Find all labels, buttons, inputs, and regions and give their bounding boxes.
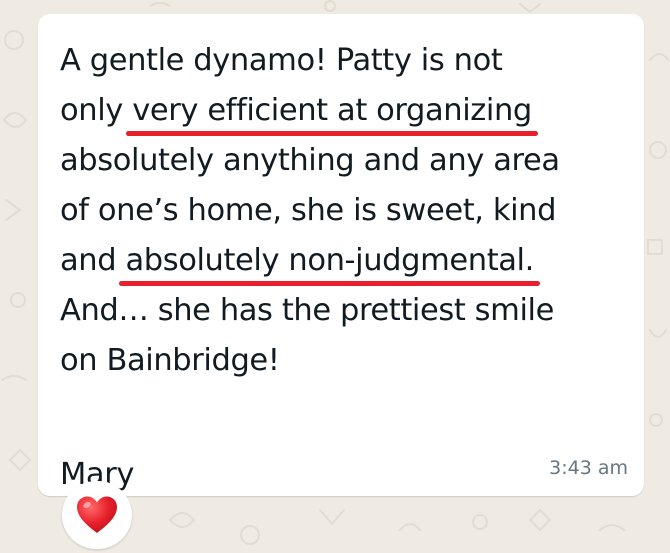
message-line: A gentle dynamo! Patty is not [60, 36, 645, 86]
message-body: A gentle dynamo! Patty is not only very … [60, 36, 645, 386]
reaction-badge[interactable] [62, 481, 132, 549]
red-heart-icon [77, 496, 117, 533]
highlighted-phrase-text: absolutely non-judgmental. [125, 243, 534, 278]
message-line: absolutely anything and any area [60, 136, 645, 186]
message-line-text: on Bainbridge! [60, 343, 280, 378]
highlighted-phrase-text: very efficient at organizing [132, 93, 532, 128]
message-line-text: and [60, 243, 126, 278]
message-line: And… she has the prettiest smile [60, 286, 645, 336]
message-line: on Bainbridge! [60, 336, 645, 386]
red-underline [126, 131, 538, 136]
message-line-text: absolutely anything and any area [60, 143, 560, 178]
message-line: only very efficient at organizing [60, 86, 645, 136]
message-timestamp: 3:43 am [549, 457, 628, 479]
message-line: of one’s home, she is sweet, kind [60, 186, 645, 236]
message-line: and absolutely non-judgmental. [60, 236, 645, 286]
message-line-text: of one’s home, she is sweet, kind [60, 193, 557, 228]
red-underline [119, 281, 540, 286]
message-line-text: only [60, 93, 133, 128]
message-line-text: A gentle dynamo! Patty is not [60, 43, 503, 78]
highlighted-phrase: absolutely non-judgmental. [119, 236, 540, 286]
highlighted-phrase: very efficient at organizing [126, 86, 538, 136]
message-line-text: And… she has the prettiest smile [60, 293, 554, 328]
message-bubble[interactable]: A gentle dynamo! Patty is not only very … [38, 14, 644, 496]
